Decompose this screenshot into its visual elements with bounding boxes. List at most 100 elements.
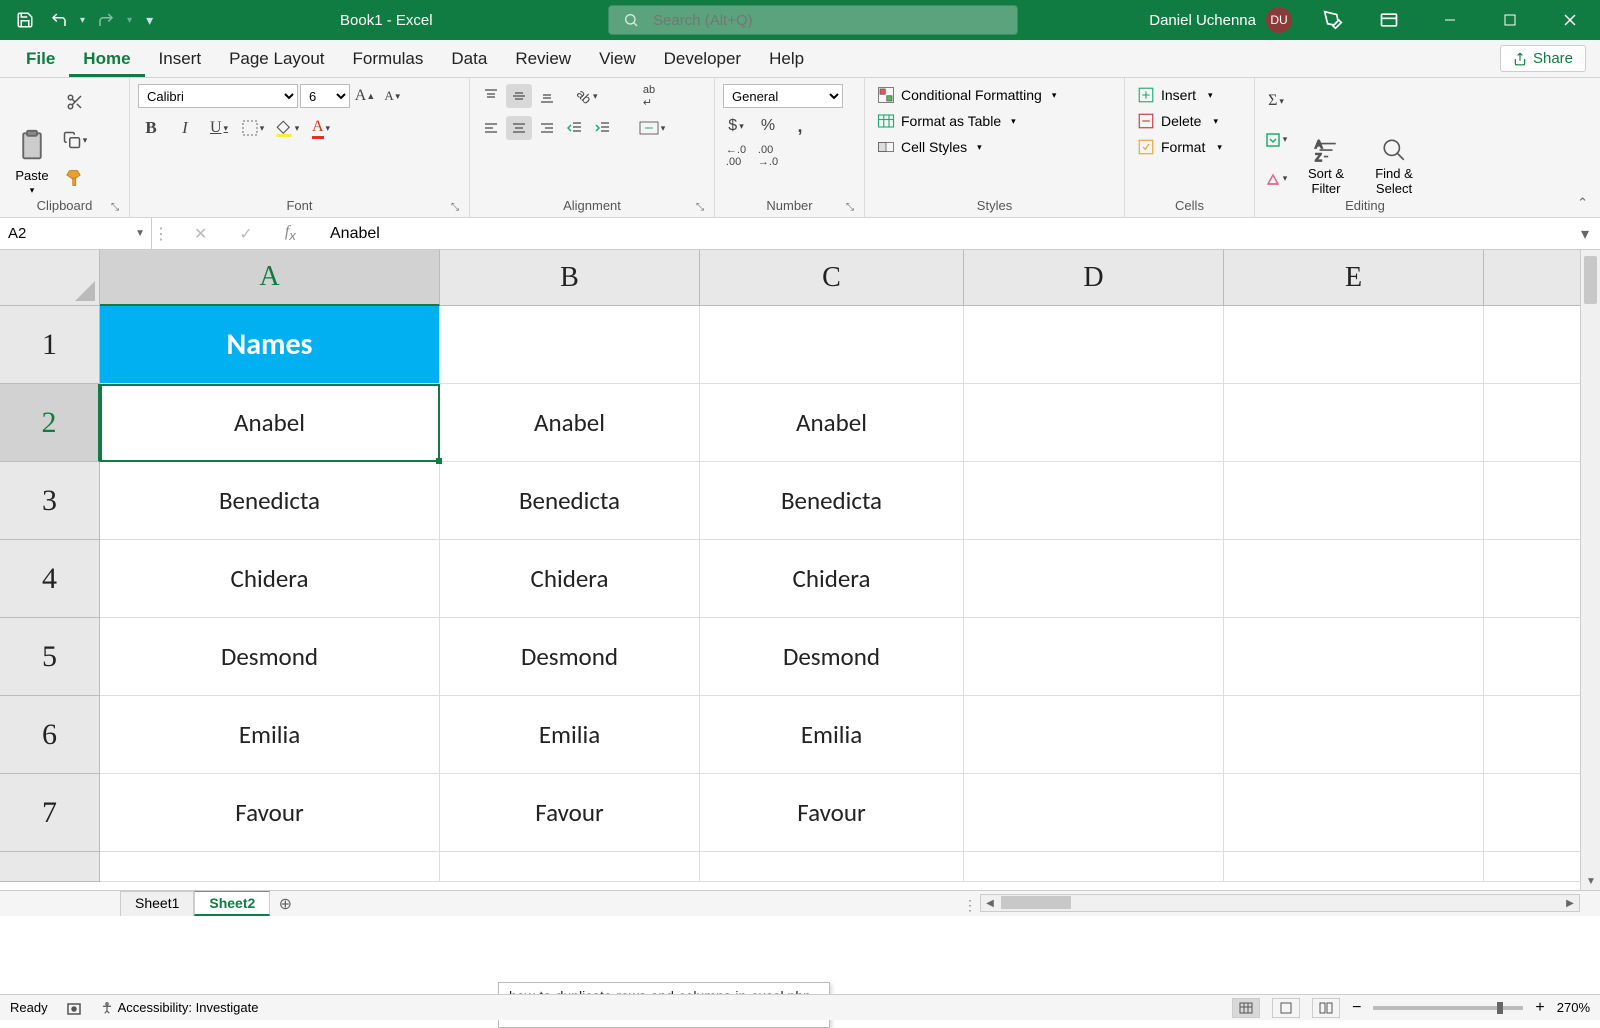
format-as-table-button[interactable]: Format as Table▾ bbox=[873, 110, 1116, 132]
bold-button[interactable]: B bbox=[138, 116, 164, 140]
cell[interactable] bbox=[700, 852, 964, 882]
scroll-left-icon[interactable]: ◀ bbox=[981, 898, 999, 909]
cell[interactable] bbox=[964, 696, 1224, 774]
align-middle-icon[interactable] bbox=[506, 84, 532, 108]
select-all-corner[interactable] bbox=[0, 250, 100, 306]
font-color-icon[interactable]: A▾ bbox=[308, 116, 334, 140]
cell[interactable]: Chidera bbox=[700, 540, 964, 618]
cell[interactable] bbox=[964, 618, 1224, 696]
cell[interactable] bbox=[964, 774, 1224, 852]
pen-icon[interactable] bbox=[1308, 0, 1358, 40]
cell[interactable] bbox=[440, 306, 700, 384]
tab-formulas[interactable]: Formulas bbox=[339, 41, 438, 77]
cell[interactable]: Benedicta bbox=[700, 462, 964, 540]
sheet-tab-sheet2[interactable]: Sheet2 bbox=[194, 891, 270, 916]
cell[interactable]: Desmond bbox=[100, 618, 440, 696]
row-header[interactable]: 4 bbox=[0, 540, 100, 618]
fill-icon[interactable]: ▾ bbox=[1263, 128, 1289, 152]
comma-icon[interactable]: , bbox=[787, 114, 813, 138]
cell[interactable]: Favour bbox=[440, 774, 700, 852]
cell[interactable] bbox=[700, 306, 964, 384]
decrease-font-icon[interactable]: A▼ bbox=[380, 84, 406, 108]
cell[interactable] bbox=[1224, 384, 1484, 462]
sheet-tab-sheet1[interactable]: Sheet1 bbox=[120, 891, 194, 916]
align-center-icon[interactable] bbox=[506, 116, 532, 140]
format-cells-button[interactable]: Format▾ bbox=[1133, 136, 1246, 158]
scrollbar-thumb[interactable] bbox=[1584, 256, 1597, 304]
mode-icon[interactable] bbox=[1364, 0, 1414, 40]
page-layout-view-icon[interactable] bbox=[1272, 998, 1300, 1018]
format-painter-icon[interactable] bbox=[62, 166, 88, 190]
vertical-scrollbar[interactable]: ▲ ▼ bbox=[1580, 250, 1600, 890]
currency-icon[interactable]: $▾ bbox=[723, 114, 749, 138]
cell[interactable] bbox=[440, 852, 700, 882]
undo-icon[interactable] bbox=[46, 7, 72, 33]
paste-button[interactable]: Paste ▾ bbox=[8, 84, 56, 196]
tab-page-layout[interactable]: Page Layout bbox=[215, 41, 338, 77]
merge-center-icon[interactable]: ▾ bbox=[632, 116, 672, 140]
cell[interactable]: Emilia bbox=[440, 696, 700, 774]
cell[interactable]: Emilia bbox=[700, 696, 964, 774]
cell[interactable] bbox=[964, 462, 1224, 540]
dialog-launcher-icon[interactable]: ⤡ bbox=[451, 202, 459, 213]
expand-formula-bar-icon[interactable]: ▾ bbox=[1570, 218, 1600, 249]
search-input[interactable] bbox=[653, 12, 1003, 29]
sheet-scroll-options-icon[interactable]: ⋮ bbox=[963, 897, 977, 914]
cell[interactable]: Desmond bbox=[440, 618, 700, 696]
collapse-ribbon-icon[interactable]: ⌃ bbox=[1577, 195, 1588, 211]
percent-icon[interactable]: % bbox=[755, 114, 781, 138]
row-header[interactable]: 5 bbox=[0, 618, 100, 696]
cell[interactable]: Names bbox=[100, 306, 440, 384]
column-header[interactable]: D bbox=[964, 250, 1224, 306]
cell[interactable]: Anabel bbox=[100, 384, 440, 462]
tab-home[interactable]: Home bbox=[69, 41, 144, 77]
hscroll-thumb[interactable] bbox=[1001, 896, 1071, 909]
dialog-launcher-icon[interactable]: ⤡ bbox=[846, 202, 854, 213]
cell[interactable] bbox=[1224, 306, 1484, 384]
tab-developer[interactable]: Developer bbox=[650, 41, 756, 77]
column-header[interactable]: C bbox=[700, 250, 964, 306]
column-header[interactable]: B bbox=[440, 250, 700, 306]
fx-icon[interactable]: fx bbox=[285, 223, 296, 243]
normal-view-icon[interactable] bbox=[1232, 998, 1260, 1018]
increase-font-icon[interactable]: A▲ bbox=[352, 84, 378, 108]
scroll-down-icon[interactable]: ▼ bbox=[1581, 872, 1600, 890]
align-right-icon[interactable] bbox=[534, 116, 560, 140]
dialog-launcher-icon[interactable]: ⤡ bbox=[696, 202, 704, 213]
zoom-in-button[interactable]: + bbox=[1535, 999, 1544, 1017]
cell[interactable]: Favour bbox=[100, 774, 440, 852]
italic-button[interactable]: I bbox=[172, 116, 198, 140]
tab-view[interactable]: View bbox=[585, 41, 650, 77]
row-header[interactable]: 7 bbox=[0, 774, 100, 852]
zoom-out-button[interactable]: − bbox=[1352, 999, 1361, 1017]
decrease-indent-icon[interactable] bbox=[562, 116, 588, 140]
wrap-text-icon[interactable]: ab↵ bbox=[632, 84, 666, 108]
cell[interactable] bbox=[964, 306, 1224, 384]
tab-review[interactable]: Review bbox=[501, 41, 585, 77]
page-break-view-icon[interactable] bbox=[1312, 998, 1340, 1018]
cell[interactable] bbox=[1224, 696, 1484, 774]
tab-data[interactable]: Data bbox=[437, 41, 501, 77]
increase-decimal-icon[interactable]: ←.0.00 bbox=[723, 144, 749, 168]
cell[interactable]: Desmond bbox=[700, 618, 964, 696]
search-box[interactable] bbox=[608, 5, 1018, 35]
increase-indent-icon[interactable] bbox=[590, 116, 616, 140]
decrease-decimal-icon[interactable]: .00→.0 bbox=[755, 144, 781, 168]
row-header[interactable]: 2 bbox=[0, 384, 100, 462]
cell[interactable] bbox=[964, 384, 1224, 462]
conditional-formatting-button[interactable]: Conditional Formatting▾ bbox=[873, 84, 1116, 106]
sort-filter-button[interactable]: AZ Sort & Filter bbox=[1295, 84, 1357, 196]
share-button[interactable]: Share bbox=[1500, 45, 1586, 72]
cell[interactable]: Emilia bbox=[100, 696, 440, 774]
cell[interactable] bbox=[1224, 618, 1484, 696]
cell[interactable]: Chidera bbox=[440, 540, 700, 618]
close-button[interactable] bbox=[1540, 0, 1600, 40]
tab-file[interactable]: File bbox=[12, 41, 69, 77]
zoom-slider[interactable] bbox=[1373, 1006, 1523, 1010]
delete-cells-button[interactable]: Delete▾ bbox=[1133, 110, 1246, 132]
cell[interactable]: Benedicta bbox=[100, 462, 440, 540]
maximize-button[interactable] bbox=[1480, 0, 1540, 40]
cell[interactable]: Benedicta bbox=[440, 462, 700, 540]
dialog-launcher-icon[interactable]: ⤡ bbox=[111, 202, 119, 213]
number-format-select[interactable]: General bbox=[723, 84, 843, 108]
